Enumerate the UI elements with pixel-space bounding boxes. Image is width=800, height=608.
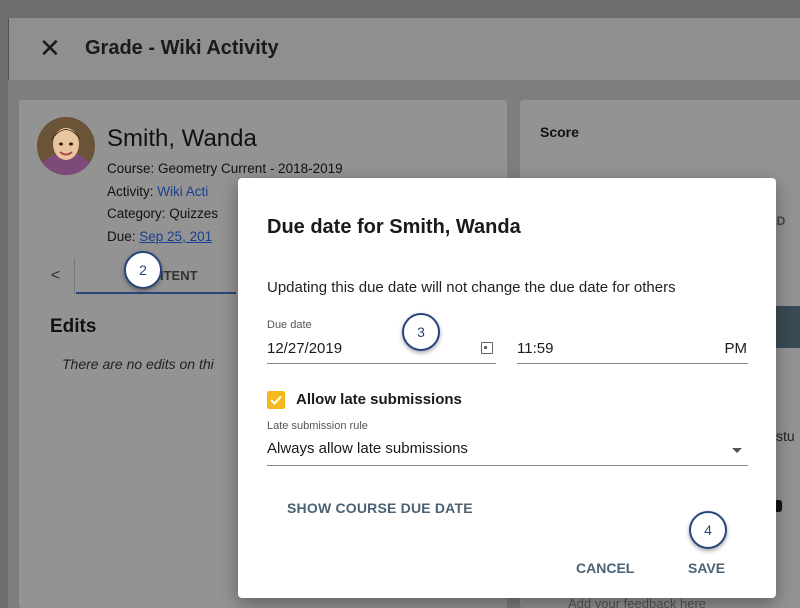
edits-heading: Edits <box>50 316 97 337</box>
course-value: Geometry Current - 2018-2019 <box>158 161 343 176</box>
due-line: Due: Sep 25, 201 <box>107 229 212 244</box>
step-marker-3: 3 <box>402 313 440 351</box>
close-icon[interactable]: ✕ <box>39 35 63 61</box>
score-label: Score <box>540 124 579 140</box>
due-time-input[interactable]: 11:59 PM <box>517 336 748 364</box>
tab-content[interactable]: ITENT <box>160 268 198 283</box>
late-rule-label: Late submission rule <box>267 420 368 432</box>
tab-prev-button[interactable]: < <box>37 258 75 294</box>
due-date-label: Due date <box>267 319 312 331</box>
save-button[interactable]: SAVE <box>688 560 725 576</box>
avatar <box>37 117 95 175</box>
course-line: Course: Geometry Current - 2018-2019 <box>107 161 343 176</box>
tab-indicator <box>76 292 236 294</box>
student-name: Smith, Wanda <box>107 125 257 152</box>
page-title: Grade - Wiki Activity <box>85 37 279 59</box>
step-marker-2: 2 <box>124 251 162 289</box>
ampm-value[interactable]: PM <box>725 340 748 357</box>
category-value: Quizzes <box>169 206 219 221</box>
dialog-description: Updating this due date will not change t… <box>267 279 676 296</box>
check-icon <box>270 395 282 405</box>
activity-line: Activity: Wiki Acti <box>107 184 208 199</box>
due-date-value: 12/27/2019 <box>267 340 343 357</box>
due-time-value: 11:59 <box>517 340 554 357</box>
category-prefix: Category: <box>107 206 170 221</box>
due-date-input[interactable]: 12/27/2019 <box>267 336 496 364</box>
late-rule-value: Always allow late submissions <box>267 440 468 457</box>
dialog-title: Due date for Smith, Wanda <box>267 216 521 238</box>
allow-late-checkbox[interactable] <box>267 391 285 409</box>
header-bar: ✕ Grade - Wiki Activity <box>8 18 800 80</box>
activity-link[interactable]: Wiki Acti <box>157 184 208 199</box>
due-prefix: Due: <box>107 229 140 244</box>
late-rule-select[interactable]: Always allow late submissions <box>267 436 748 466</box>
calendar-icon[interactable] <box>481 342 493 354</box>
student-text-fragment: stu <box>776 428 795 444</box>
allow-late-label[interactable]: Allow late submissions <box>296 391 462 408</box>
activity-prefix: Activity: <box>107 184 158 199</box>
edits-empty-text: There are no edits on thi <box>62 356 214 372</box>
cancel-button[interactable]: CANCEL <box>576 560 634 576</box>
due-date-link[interactable]: Sep 25, 201 <box>139 229 212 244</box>
course-prefix: Course: <box>107 161 159 176</box>
step-marker-4: 4 <box>689 511 727 549</box>
chevron-down-icon <box>732 448 742 453</box>
category-line: Category: Quizzes <box>107 206 218 221</box>
show-course-due-date-button[interactable]: SHOW COURSE DUE DATE <box>287 500 473 516</box>
